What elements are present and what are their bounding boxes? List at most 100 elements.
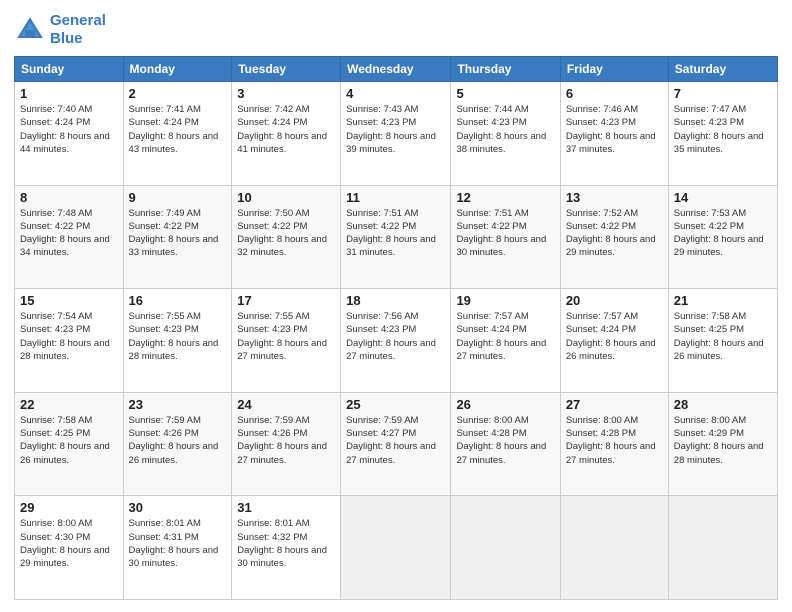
day-number: 13: [566, 190, 663, 205]
day-info: Sunrise: 7:48 AMSunset: 4:22 PMDaylight:…: [20, 207, 118, 260]
calendar-day-cell: 25 Sunrise: 7:59 AMSunset: 4:27 PMDayligh…: [341, 392, 451, 496]
day-number: 24: [237, 397, 335, 412]
calendar-day-cell: 28Sunrise: 8:00 AMSunset: 4:29 PMDayligh…: [668, 392, 777, 496]
day-info: Sunrise: 8:00 AMSunset: 4:30 PMDaylight:…: [20, 517, 118, 570]
calendar-day-cell: 14Sunrise: 7:53 AMSunset: 4:22 PMDayligh…: [668, 185, 777, 289]
column-header-friday: Friday: [560, 57, 668, 82]
day-number: 7: [674, 86, 772, 101]
day-info: Sunrise: 7:59 AMSunset: 4:27 PMDaylight:…: [346, 414, 445, 467]
calendar-day-cell: [451, 496, 560, 600]
day-number: 30: [129, 500, 227, 515]
calendar-day-cell: 27 Sunrise: 8:00 AMSunset: 4:28 PMDayligh…: [560, 392, 668, 496]
day-number: 12: [456, 190, 554, 205]
day-number: 25: [346, 397, 445, 412]
calendar-day-cell: 29 Sunrise: 8:00 AMSunset: 4:30 PMDayligh…: [15, 496, 124, 600]
calendar-day-cell: 22 Sunrise: 7:58 AMSunset: 4:25 PMDayligh…: [15, 392, 124, 496]
calendar-day-cell: 3Sunrise: 7:42 AMSunset: 4:24 PMDaylight…: [232, 82, 341, 186]
day-info: Sunrise: 7:53 AMSunset: 4:22 PMDaylight:…: [674, 207, 772, 260]
day-info: Sunrise: 7:58 AMSunset: 4:25 PMDaylight:…: [674, 310, 772, 363]
logo-icon: [14, 14, 46, 46]
day-number: 31: [237, 500, 335, 515]
calendar-day-cell: 15 Sunrise: 7:54 AMSunset: 4:23 PMDayligh…: [15, 289, 124, 393]
calendar-day-cell: 20 Sunrise: 7:57 AMSunset: 4:24 PMDayligh…: [560, 289, 668, 393]
calendar-week-row: 29 Sunrise: 8:00 AMSunset: 4:30 PMDayligh…: [15, 496, 778, 600]
day-number: 8: [20, 190, 118, 205]
column-header-monday: Monday: [123, 57, 232, 82]
day-info: Sunrise: 7:57 AMSunset: 4:24 PMDaylight:…: [566, 310, 663, 363]
day-number: 10: [237, 190, 335, 205]
logo-text: General Blue: [50, 12, 106, 48]
calendar-day-cell: 4 Sunrise: 7:43 AMSunset: 4:23 PMDaylight…: [341, 82, 451, 186]
day-number: 21: [674, 293, 772, 308]
column-header-tuesday: Tuesday: [232, 57, 341, 82]
calendar-day-cell: [560, 496, 668, 600]
day-number: 5: [456, 86, 554, 101]
calendar-day-cell: 6 Sunrise: 7:46 AMSunset: 4:23 PMDaylight…: [560, 82, 668, 186]
calendar-day-cell: 7 Sunrise: 7:47 AMSunset: 4:23 PMDaylight…: [668, 82, 777, 186]
calendar-day-cell: 19Sunrise: 7:57 AMSunset: 4:24 PMDayligh…: [451, 289, 560, 393]
calendar-day-cell: 2 Sunrise: 7:41 AMSunset: 4:24 PMDaylight…: [123, 82, 232, 186]
calendar-day-cell: 18Sunrise: 7:56 AMSunset: 4:23 PMDayligh…: [341, 289, 451, 393]
calendar-day-cell: 1 Sunrise: 7:40 AMSunset: 4:24 PMDaylight…: [15, 82, 124, 186]
day-number: 23: [129, 397, 227, 412]
calendar-week-row: 1 Sunrise: 7:40 AMSunset: 4:24 PMDaylight…: [15, 82, 778, 186]
day-info: Sunrise: 8:01 AMSunset: 4:31 PMDaylight:…: [129, 517, 227, 570]
day-number: 20: [566, 293, 663, 308]
day-number: 15: [20, 293, 118, 308]
calendar-week-row: 15 Sunrise: 7:54 AMSunset: 4:23 PMDayligh…: [15, 289, 778, 393]
calendar-day-cell: 10 Sunrise: 7:50 AMSunset: 4:22 PMDayligh…: [232, 185, 341, 289]
day-number: 4: [346, 86, 445, 101]
day-info: Sunrise: 7:55 AMSunset: 4:23 PMDaylight:…: [237, 310, 335, 363]
day-info: Sunrise: 7:47 AMSunset: 4:23 PMDaylight:…: [674, 103, 772, 156]
day-number: 11: [346, 190, 445, 205]
page: General Blue SundayMondayTuesdayWednesda…: [0, 0, 792, 612]
day-number: 29: [20, 500, 118, 515]
calendar-day-cell: 24 Sunrise: 7:59 AMSunset: 4:26 PMDayligh…: [232, 392, 341, 496]
day-info: Sunrise: 7:40 AMSunset: 4:24 PMDaylight:…: [20, 103, 118, 156]
calendar-header-row: SundayMondayTuesdayWednesdayThursdayFrid…: [15, 57, 778, 82]
day-info: Sunrise: 7:55 AMSunset: 4:23 PMDaylight:…: [129, 310, 227, 363]
day-number: 17: [237, 293, 335, 308]
calendar-day-cell: 26 Sunrise: 8:00 AMSunset: 4:28 PMDayligh…: [451, 392, 560, 496]
day-info: Sunrise: 7:46 AMSunset: 4:23 PMDaylight:…: [566, 103, 663, 156]
calendar-day-cell: 9Sunrise: 7:49 AMSunset: 4:22 PMDaylight…: [123, 185, 232, 289]
day-info: Sunrise: 7:59 AMSunset: 4:26 PMDaylight:…: [129, 414, 227, 467]
column-header-sunday: Sunday: [15, 57, 124, 82]
day-number: 19: [456, 293, 554, 308]
day-number: 6: [566, 86, 663, 101]
day-number: 28: [674, 397, 772, 412]
day-info: Sunrise: 7:44 AMSunset: 4:23 PMDaylight:…: [456, 103, 554, 156]
day-number: 22: [20, 397, 118, 412]
calendar-week-row: 8 Sunrise: 7:48 AMSunset: 4:22 PMDaylight…: [15, 185, 778, 289]
calendar-week-row: 22 Sunrise: 7:58 AMSunset: 4:25 PMDayligh…: [15, 392, 778, 496]
day-number: 9: [129, 190, 227, 205]
day-info: Sunrise: 7:43 AMSunset: 4:23 PMDaylight:…: [346, 103, 445, 156]
column-header-thursday: Thursday: [451, 57, 560, 82]
column-header-saturday: Saturday: [668, 57, 777, 82]
day-number: 1: [20, 86, 118, 101]
calendar-day-cell: [341, 496, 451, 600]
calendar-day-cell: 23 Sunrise: 7:59 AMSunset: 4:26 PMDayligh…: [123, 392, 232, 496]
day-info: Sunrise: 7:54 AMSunset: 4:23 PMDaylight:…: [20, 310, 118, 363]
calendar-day-cell: 30 Sunrise: 8:01 AMSunset: 4:31 PMDayligh…: [123, 496, 232, 600]
calendar-day-cell: 5 Sunrise: 7:44 AMSunset: 4:23 PMDaylight…: [451, 82, 560, 186]
calendar-table: SundayMondayTuesdayWednesdayThursdayFrid…: [14, 56, 778, 600]
header: General Blue: [14, 12, 778, 48]
day-info: Sunrise: 7:56 AMSunset: 4:23 PMDaylight:…: [346, 310, 445, 363]
day-number: 2: [129, 86, 227, 101]
day-info: Sunrise: 7:59 AMSunset: 4:26 PMDaylight:…: [237, 414, 335, 467]
day-info: Sunrise: 7:42 AMSunset: 4:24 PMDaylight:…: [237, 103, 335, 156]
day-number: 26: [456, 397, 554, 412]
day-info: Sunrise: 7:51 AMSunset: 4:22 PMDaylight:…: [346, 207, 445, 260]
calendar-day-cell: [668, 496, 777, 600]
logo: General Blue: [14, 12, 106, 48]
day-info: Sunrise: 8:00 AMSunset: 4:28 PMDaylight:…: [566, 414, 663, 467]
day-number: 27: [566, 397, 663, 412]
day-info: Sunrise: 7:58 AMSunset: 4:25 PMDaylight:…: [20, 414, 118, 467]
day-info: Sunrise: 7:41 AMSunset: 4:24 PMDaylight:…: [129, 103, 227, 156]
calendar-day-cell: 13Sunrise: 7:52 AMSunset: 4:22 PMDayligh…: [560, 185, 668, 289]
column-header-wednesday: Wednesday: [341, 57, 451, 82]
day-info: Sunrise: 7:50 AMSunset: 4:22 PMDaylight:…: [237, 207, 335, 260]
calendar-day-cell: 16Sunrise: 7:55 AMSunset: 4:23 PMDayligh…: [123, 289, 232, 393]
day-info: Sunrise: 8:00 AMSunset: 4:28 PMDaylight:…: [456, 414, 554, 467]
